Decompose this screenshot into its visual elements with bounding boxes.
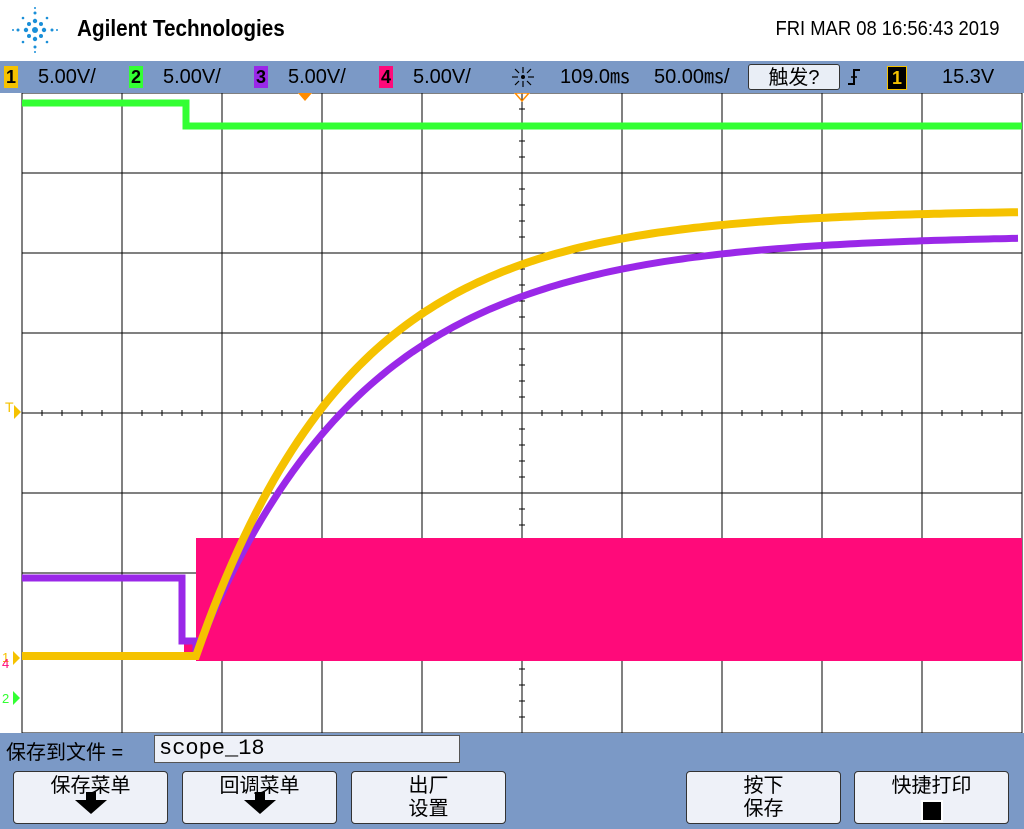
recall-menu-button[interactable]: 回调菜单	[182, 771, 337, 824]
time-scale: 50.00㎳/	[654, 66, 730, 88]
channel-2-ground-arrow-icon	[13, 691, 20, 705]
trigger-status-button[interactable]: 触发?	[748, 64, 840, 90]
channel-2-ground-marker: 2	[2, 691, 9, 706]
channel-2-badge[interactable]: 2	[129, 66, 143, 88]
channel-4-scale: 5.00V/	[413, 66, 471, 88]
channel-1-badge[interactable]: 1	[4, 66, 18, 88]
trigger-level-arrow-icon	[14, 405, 21, 419]
graticule-and-traces: T142	[2, 93, 1023, 733]
save-menu-button[interactable]: 保存菜单	[13, 771, 168, 824]
trigger-level-marker: T	[5, 399, 14, 415]
factory-setup-label-2: 设置	[408, 798, 449, 820]
factory-setup-button[interactable]: 出厂 设置	[351, 771, 506, 824]
save-to-file-label: 保存到文件 =	[6, 742, 124, 764]
waveform-display[interactable]: T142	[0, 93, 1024, 733]
status-bar: 1 5.00V/ 2 5.00V/ 3 5.00V/ 4 5.00V/ 109.…	[0, 61, 1024, 93]
channel-1-scale: 5.00V/	[38, 66, 96, 88]
agilent-spark-logo-icon	[12, 7, 58, 53]
brand-name: Agilent Technologies	[77, 15, 285, 41]
time-delay: 109.0㎳	[560, 66, 631, 88]
press-to-save-label-1: 按下	[743, 775, 784, 797]
factory-setup-label-1: 出厂	[408, 775, 449, 797]
channel-2-scale: 5.00V/	[163, 66, 221, 88]
arrow-down-icon	[74, 792, 107, 814]
channel-1-ground-arrow-icon	[13, 651, 20, 665]
filename-field[interactable]: scope_18	[154, 735, 460, 763]
channel-4-badge[interactable]: 4	[379, 66, 393, 88]
softkey-bar: 保存到文件 = scope_18 保存菜单 回调菜单 出厂 设置 按下 保存 快…	[0, 733, 1024, 829]
channel-3-scale: 5.00V/	[288, 66, 346, 88]
header: Agilent Technologies FRI MAR 08 16:56:43…	[0, 0, 1024, 61]
press-to-save-label-2: 保存	[743, 798, 784, 820]
channel-4-ground-marker: 4	[2, 656, 9, 671]
datetime: FRI MAR 08 16:56:43 2019	[774, 18, 999, 40]
arrow-down-icon	[243, 792, 276, 814]
trigger-source-badge[interactable]: 1	[887, 66, 907, 90]
press-to-save-button[interactable]: 按下 保存	[686, 771, 841, 824]
quick-print-label: 快捷打印	[891, 775, 972, 797]
delay-knob-icon	[512, 67, 534, 87]
rising-edge-icon	[848, 69, 860, 85]
channel-3-badge[interactable]: 3	[254, 66, 268, 88]
trigger-level: 15.3V	[942, 66, 995, 88]
trigger-position-marker-icon	[298, 93, 312, 101]
checkbox-icon	[920, 800, 943, 822]
channel-4-trace	[184, 538, 1022, 661]
quick-print-button[interactable]: 快捷打印	[854, 771, 1009, 824]
